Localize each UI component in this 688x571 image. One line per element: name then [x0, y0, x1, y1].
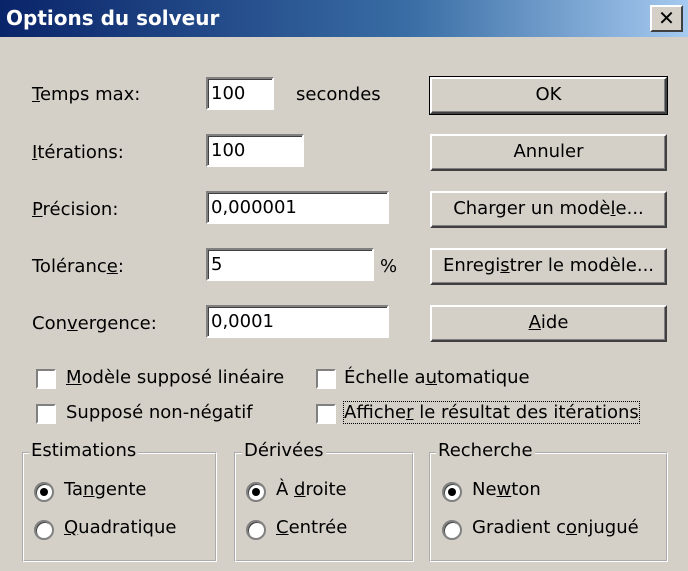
cancel-button[interactable]: Annuler [430, 134, 667, 171]
estimations-group-title: Estimations [29, 440, 139, 461]
auto-scale-checkbox[interactable] [316, 369, 336, 389]
show-iterations-checkbox[interactable] [316, 404, 336, 424]
load-model-button[interactable]: Charger un modèle... [430, 191, 667, 228]
close-icon: ✕ [658, 6, 675, 30]
auto-scale-label[interactable]: Échelle automatique [344, 367, 530, 388]
title-bar[interactable]: Options du solveur ✕ [0, 0, 688, 37]
quadratique-label[interactable]: Quadratique [64, 517, 176, 538]
derivees-group-title: Dérivées [242, 440, 326, 461]
droite-label[interactable]: À droite [276, 479, 347, 500]
precision-input[interactable]: 0,000001 [206, 191, 389, 224]
gradient-label[interactable]: Gradient conjugué [472, 517, 639, 538]
close-button[interactable]: ✕ [650, 5, 683, 32]
quadratique-radio[interactable] [34, 520, 54, 540]
dialog-title: Options du solveur [6, 6, 220, 30]
convergence-input[interactable]: 0,0001 [206, 305, 389, 338]
save-model-button[interactable]: Enregistrer le modèle... [430, 248, 667, 285]
estimations-group [22, 452, 217, 562]
linear-model-label[interactable]: Modèle supposé linéaire [66, 367, 284, 388]
non-negative-label[interactable]: Supposé non-négatif [66, 402, 253, 423]
non-negative-checkbox[interactable] [36, 404, 56, 424]
ok-button[interactable]: OK [429, 76, 668, 115]
temps-max-unit: secondes [296, 84, 381, 105]
newton-radio[interactable] [442, 482, 462, 502]
solver-options-dialog: Options du solveur ✕ Temps max: Itératio… [0, 0, 688, 571]
tolerance-unit: % [380, 256, 398, 277]
derivees-group [234, 452, 414, 562]
recherche-group [429, 452, 668, 562]
temps-max-input[interactable]: 100 [206, 77, 274, 110]
droite-radio[interactable] [246, 482, 266, 502]
help-button[interactable]: Aide [430, 305, 667, 342]
tolerance-label: Tolérance: [32, 256, 124, 277]
iterations-label: Itérations: [32, 142, 124, 163]
tangente-radio[interactable] [34, 482, 54, 502]
iterations-input[interactable]: 100 [206, 134, 304, 167]
convergence-label: Convergence: [32, 313, 157, 334]
show-iterations-label[interactable]: Afficher le résultat des itérations [343, 401, 640, 424]
precision-label: Précision: [32, 199, 119, 220]
temps-max-label: Temps max: [32, 84, 141, 105]
newton-label[interactable]: Newton [472, 479, 541, 500]
linear-model-checkbox[interactable] [36, 369, 56, 389]
centree-radio[interactable] [246, 520, 266, 540]
centree-label[interactable]: Centrée [276, 517, 347, 538]
tolerance-input[interactable]: 5 [206, 248, 374, 281]
tangente-label[interactable]: Tangente [64, 479, 147, 500]
gradient-radio[interactable] [442, 520, 462, 540]
recherche-group-title: Recherche [436, 440, 535, 461]
